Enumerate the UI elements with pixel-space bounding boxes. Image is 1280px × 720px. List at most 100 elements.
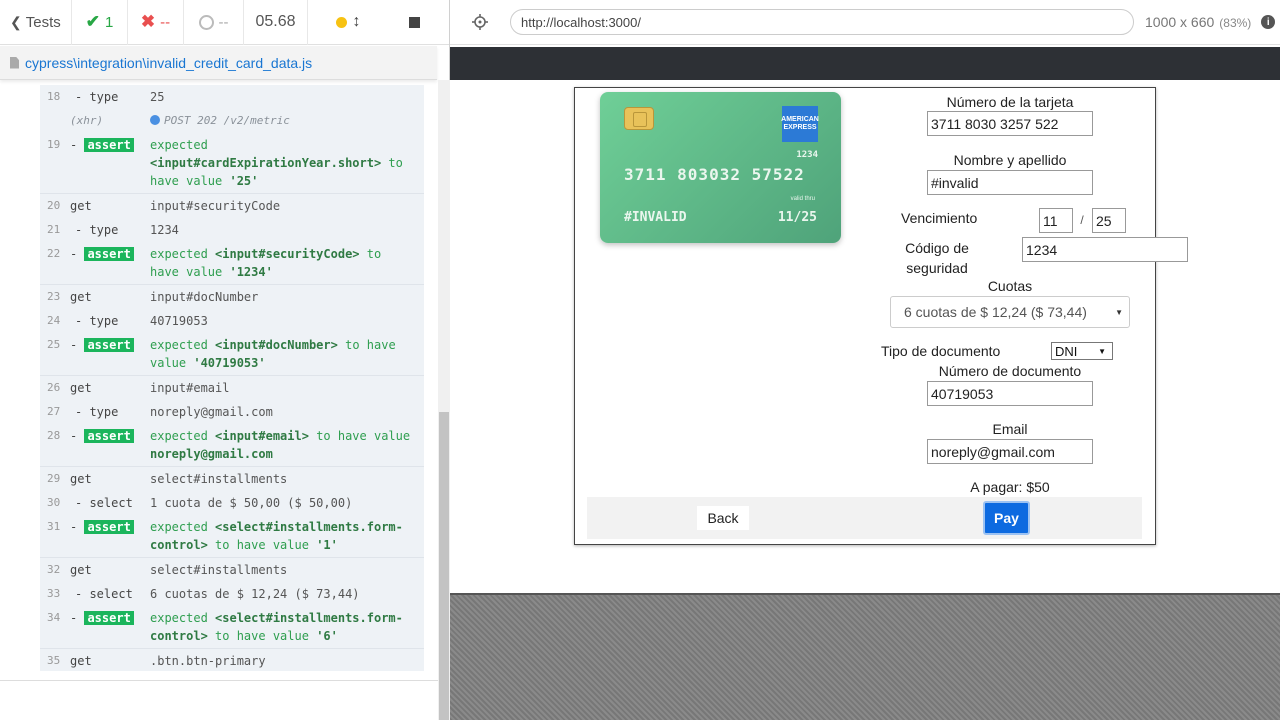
app-preview: http://localhost:3000/ 1000 x 660 (83%) i… (450, 0, 1280, 720)
doc-number-label: Número de documento (938, 363, 1082, 379)
failed-stat[interactable]: ✖ -- (128, 0, 184, 45)
command-number: 29 (47, 472, 61, 485)
command-row[interactable]: 20 get input#securityCode (40, 194, 424, 218)
command-message: input#docNumber (150, 290, 259, 304)
chevron-down-icon: ▼ (1115, 307, 1123, 317)
command-row[interactable]: 33 - select 6 cuotas de $ 12,24 ($ 73,44) (40, 582, 424, 606)
command-row[interactable]: 27 - type noreply@gmail.com (40, 400, 424, 424)
command-row[interactable]: 29 get select#installments (40, 467, 424, 491)
command-name: get (70, 199, 92, 213)
command-message: select#installments (150, 472, 288, 486)
info-icon[interactable]: i (1261, 15, 1276, 29)
stop-icon (408, 16, 420, 28)
command-number: 35 (47, 654, 61, 667)
command-number: 20 (47, 199, 61, 212)
doc-type-select[interactable]: DNI ▼ (1051, 342, 1113, 360)
tests-toggle-button[interactable]: ❮ Tests (0, 0, 72, 45)
command-name: get (70, 290, 92, 304)
command-row[interactable]: 26 get input#email (40, 376, 424, 400)
command-name: (xhr) (70, 114, 104, 127)
card-number-display: 3711 803032 57522 (624, 165, 805, 184)
passed-stat[interactable]: ✔ 1 (72, 0, 128, 45)
assert-badge: assert (84, 247, 134, 261)
command-number: 33 (47, 587, 61, 600)
card-number-input[interactable]: 3711 8030 3257 522 (927, 111, 1093, 136)
command-name: - select (75, 496, 133, 510)
back-button[interactable]: Back (697, 506, 749, 530)
assert-badge: assert (84, 429, 134, 443)
pending-stat[interactable]: -- (184, 0, 244, 45)
doc-number-input[interactable]: 40719053 (927, 381, 1093, 406)
expiry-month-input[interactable]: 11 (1039, 208, 1073, 233)
command-row[interactable]: 18 - type 25 (40, 85, 424, 109)
command-row[interactable]: 25 - assert expected <input#docNumber> to … (40, 333, 424, 376)
viewport-info: 1000 x 660 (83%) (1145, 14, 1251, 30)
viewport-scale: (83%) (1219, 16, 1252, 30)
installments-select[interactable]: 6 cuotas de $ 12,24 ($ 73,44) ▼ (890, 296, 1130, 328)
command-message: expected <input#cardExpirationYear.short… (150, 138, 403, 188)
check-icon: ✔ (85, 12, 100, 31)
app-navbar (450, 47, 1280, 80)
command-name: - type (75, 314, 119, 328)
assert-badge: assert (84, 611, 134, 625)
viewport-outside-area (450, 593, 1280, 720)
vertical-arrows-icon: ↕ (352, 13, 361, 30)
command-number: 19 (47, 138, 61, 151)
spec-path-link[interactable]: cypress\integration\invalid_credit_card_… (25, 55, 312, 71)
command-row[interactable]: 21 - type 1234 (40, 218, 424, 242)
command-row[interactable]: 35 get .btn.btn-primary (40, 649, 424, 671)
command-row[interactable]: 23 get input#docNumber (40, 285, 424, 309)
chevron-left-icon: ❮ (10, 13, 22, 30)
running-dot-icon (335, 16, 347, 28)
command-row[interactable]: 22 - assert expected <input#securityCode> … (40, 242, 424, 285)
tests-label: Tests (25, 13, 61, 31)
assert-badge: assert (84, 338, 134, 352)
command-name: - assert (70, 518, 150, 554)
command-name: - type (75, 223, 119, 237)
command-number: 22 (47, 247, 61, 260)
assert-badge: assert (84, 520, 134, 534)
email-input[interactable]: noreply@gmail.com (927, 439, 1093, 464)
autoscroll-toggle[interactable]: ↕ (308, 0, 388, 45)
pay-button[interactable]: Pay (983, 501, 1030, 535)
file-icon (10, 56, 19, 69)
security-code-label: Código de seguridad (905, 240, 969, 276)
command-message: 40719053 (150, 314, 208, 328)
stop-button[interactable] (388, 0, 440, 45)
security-code-input[interactable]: 1234 (1022, 237, 1188, 262)
passed-count: 1 (104, 13, 114, 31)
command-row[interactable]: 24 - type 40719053 (40, 309, 424, 333)
doc-type-value: DNI (1055, 343, 1078, 359)
checkout-form: AMERICAN EXPRESS 1234 3711 803032 57522 … (574, 87, 1188, 545)
command-number: 26 (47, 381, 61, 394)
command-name: - assert (70, 427, 150, 463)
amex-logo-icon: AMERICAN EXPRESS (781, 106, 819, 142)
xhr-log-row[interactable]: (xhr) POST 202 /v2/metric (40, 109, 424, 133)
command-name: - select (75, 587, 133, 601)
scrollbar-thumb[interactable] (439, 412, 449, 720)
name-input[interactable]: #invalid (927, 170, 1093, 195)
command-row[interactable]: 28 - assert expected <input#email> to have… (40, 424, 424, 467)
selector-playground-button[interactable] (450, 14, 510, 30)
url-input[interactable]: http://localhost:3000/ (510, 9, 1134, 35)
command-number: 27 (47, 405, 61, 418)
command-message: .btn.btn-primary (150, 654, 266, 668)
command-row[interactable]: 34 - assert expected <select#installments.… (40, 606, 424, 649)
command-number: 30 (47, 496, 61, 509)
reporter-header: ❮ Tests ✔ 1 ✖ -- -- 05.68 ↕ (0, 0, 449, 45)
command-row[interactable]: 32 get select#installments (40, 558, 424, 582)
command-row[interactable]: 31 - assert expected <select#installments.… (40, 515, 424, 558)
failed-count: -- (160, 13, 171, 31)
amount-label: A pagar: $50 (970, 479, 1050, 495)
command-name: - assert (70, 609, 150, 645)
command-row[interactable]: 30 - select 1 cuota de $ 50,00 ($ 50,00) (40, 491, 424, 515)
command-message: POST 202 /v2/metric (150, 112, 424, 130)
card-cvv: 1234 (796, 150, 818, 160)
command-row[interactable]: 19 - assert expected <input#cardExpiration… (40, 133, 424, 194)
command-message: input#email (150, 381, 230, 395)
expiry-year-input[interactable]: 25 (1092, 208, 1126, 233)
spec-file-header: cypress\integration\invalid_credit_card_… (0, 46, 437, 80)
command-number: 34 (47, 611, 61, 624)
card-holder-display: #INVALID (624, 210, 687, 225)
command-message: select#installments (150, 563, 288, 577)
